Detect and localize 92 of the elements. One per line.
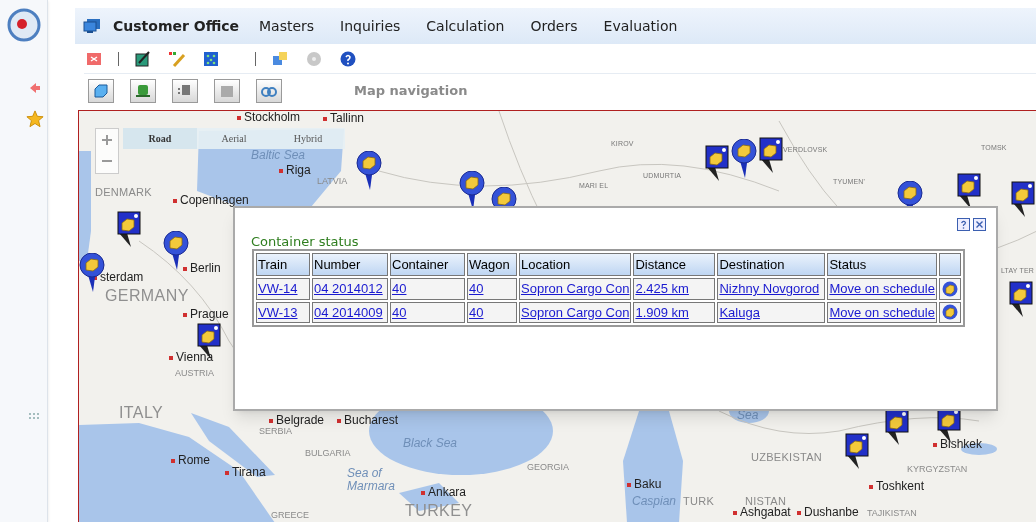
- binoculars-icon[interactable]: [256, 79, 282, 103]
- flag-marker-icon[interactable]: [845, 433, 869, 471]
- cell-link[interactable]: 40: [392, 281, 407, 296]
- cell-link[interactable]: Sopron Cargo Con: [521, 281, 630, 296]
- app-title: Customer Office: [113, 16, 241, 36]
- map-label: Caspian: [632, 495, 677, 508]
- cell-link[interactable]: Move on schedule: [829, 304, 935, 320]
- map-label: TAJIKISTAN: [867, 507, 917, 520]
- location-pin-icon[interactable]: [163, 231, 189, 271]
- column-header: Destination: [717, 253, 826, 276]
- popup-title: Container status: [251, 233, 359, 251]
- map-label: Black Sea: [403, 437, 458, 450]
- map-label: KYRGYZSTAN: [907, 463, 968, 476]
- map-label: TURKEY: [405, 501, 473, 521]
- app-logo-icon: [6, 8, 41, 42]
- map-label: Stockholm: [237, 111, 301, 126]
- view-mode-tab[interactable]: Aerial: [197, 128, 271, 149]
- cell-link[interactable]: 2.425 km: [635, 281, 689, 296]
- cell-link[interactable]: 40: [469, 304, 484, 320]
- location-pin-icon[interactable]: [356, 151, 382, 191]
- map-label: GEORGIA: [527, 461, 569, 474]
- flag-marker-icon[interactable]: [885, 409, 909, 447]
- map-label: Berlin: [183, 259, 221, 277]
- back-arrow-icon[interactable]: [28, 82, 41, 94]
- menu-item[interactable]: Inquiries: [340, 15, 401, 37]
- flag-marker-icon[interactable]: [1009, 281, 1033, 319]
- cell-link[interactable]: Sopron Cargo Con: [521, 304, 630, 320]
- help-icon[interactable]: [957, 218, 970, 231]
- map-label: Dushanbe: [797, 503, 859, 521]
- view-mode-tab[interactable]: Hybrid: [271, 128, 345, 149]
- column-header: Wagon: [467, 253, 517, 276]
- column-header: Status: [827, 253, 937, 276]
- map-label: TURK: [683, 494, 715, 509]
- menu-item[interactable]: Masters: [259, 15, 315, 37]
- flag-marker-icon[interactable]: [117, 211, 141, 249]
- map-label: Baku: [627, 475, 662, 493]
- cell-link[interactable]: 40: [392, 304, 407, 320]
- column-header: Train: [256, 253, 310, 276]
- column-header: [938, 253, 961, 276]
- cell-link[interactable]: VW-14: [258, 281, 298, 296]
- map-label: NISTAN: [745, 494, 787, 507]
- map-label: AUSTRIA: [175, 367, 214, 380]
- cell-link[interactable]: VW-13: [258, 304, 298, 320]
- view-mode-tab[interactable]: Road: [123, 128, 197, 149]
- cell-link[interactable]: Move on schedule: [829, 281, 935, 296]
- cell-link[interactable]: 04 2014012: [314, 281, 383, 296]
- map-label: Riga: [279, 161, 311, 179]
- column-header: Location: [519, 253, 632, 276]
- map-label: GERMANY: [105, 286, 189, 306]
- cell-link[interactable]: 04 2014009: [314, 304, 383, 320]
- map-label: Vienna: [169, 348, 214, 366]
- close-icon[interactable]: [973, 218, 986, 231]
- map-label: Copenhagen: [173, 191, 249, 209]
- flag-marker-icon[interactable]: [759, 137, 783, 175]
- cell-link[interactable]: Kaluga: [719, 304, 760, 320]
- cell-link[interactable]: 40: [469, 281, 484, 296]
- map-label: Bucharest: [337, 411, 399, 429]
- location-pin-icon[interactable]: [731, 139, 757, 179]
- map-label: Ankara: [421, 483, 467, 501]
- section-title: Map navigation: [354, 82, 468, 101]
- map-label: Belgrade: [269, 411, 325, 429]
- map-label: Rome: [171, 451, 210, 469]
- map-label: LATVIA: [317, 175, 348, 188]
- monitor-icon: [83, 18, 101, 34]
- map-label: SERBIA: [259, 426, 292, 438]
- flag-marker-icon[interactable]: [705, 145, 729, 183]
- cell-link[interactable]: Nizhny Novgorod: [719, 281, 820, 296]
- map-label: Prague: [183, 305, 229, 323]
- map-label: Baltic Sea: [251, 149, 306, 162]
- menu-item[interactable]: Orders: [530, 15, 578, 37]
- column-header: Distance: [633, 253, 716, 276]
- star-icon[interactable]: [25, 110, 44, 128]
- column-header: Container: [390, 253, 465, 276]
- zoom-in-icon[interactable]: [101, 134, 113, 146]
- map-label: DENMARK: [95, 185, 152, 200]
- menu-item[interactable]: Calculation: [426, 15, 505, 37]
- map-label: BULGARIA: [305, 447, 351, 460]
- map-label: ITALY: [119, 403, 164, 423]
- map-label: Tirana: [225, 463, 266, 481]
- map-label: Tallinn: [323, 111, 365, 127]
- column-header: Number: [312, 253, 388, 276]
- menu-item[interactable]: Evaluation: [603, 15, 678, 37]
- map-label: Toshkent: [869, 477, 925, 495]
- map-label: GREECE: [271, 509, 309, 522]
- dotted-handle-icon[interactable]: [27, 412, 42, 420]
- box-icon[interactable]: [88, 79, 114, 103]
- map-label: Sea of Marmara: [347, 467, 396, 493]
- map-label: Bishkek: [933, 435, 983, 453]
- cell-link[interactable]: 1.909 km: [635, 304, 689, 320]
- flag-marker-icon[interactable]: [1011, 181, 1035, 219]
- zoom-out-icon[interactable]: [101, 159, 113, 163]
- map-label: UZBEKISTAN: [751, 450, 822, 465]
